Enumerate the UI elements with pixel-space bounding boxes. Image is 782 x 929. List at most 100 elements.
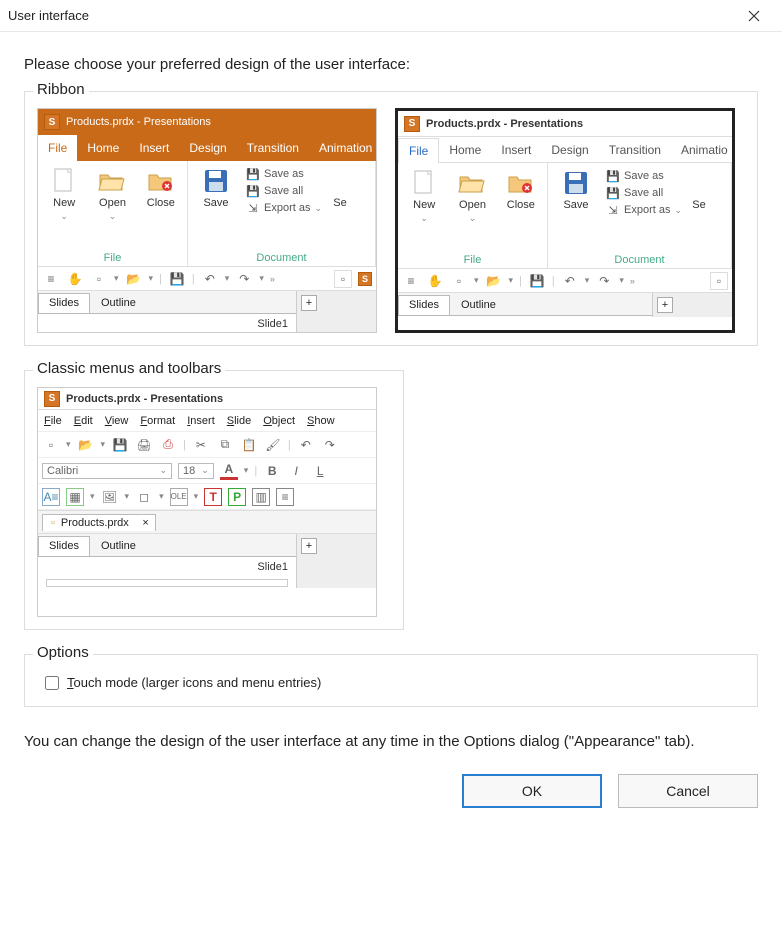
slides-tab: Slides: [398, 295, 450, 315]
open-button: Open ⌄: [92, 167, 132, 250]
ok-button[interactable]: OK: [462, 774, 602, 808]
chevron-down-icon: ⌄: [469, 213, 477, 224]
save-all-icon: 💾: [246, 184, 260, 198]
toolbar-1: ▫▾ 📂▾ 💾 🖨 ⎙ | ✂ ⧉ 📋 🖌 | ↶ ↷: [38, 432, 376, 458]
folder-icon: 📂: [485, 272, 503, 290]
overflow-icon: »: [270, 274, 275, 284]
copy-icon: ⧉: [216, 436, 234, 454]
section-name-file: File: [404, 254, 541, 266]
chevron-down-icon: ⌄: [420, 213, 428, 224]
document-tabs: ▫ Products.prdx ×: [38, 510, 376, 534]
options-group-label: Options: [33, 644, 93, 661]
app-icon: S: [44, 114, 60, 130]
tab-transition: Transition: [599, 137, 671, 162]
underline-icon: L: [311, 462, 329, 480]
slides-tab: Slides: [38, 293, 90, 313]
close-button[interactable]: [734, 0, 774, 32]
footnote-text: You can change the design of the user in…: [24, 731, 758, 754]
new-file-icon: [410, 169, 438, 197]
outline-tab: Outline: [450, 295, 507, 315]
ribbon-body: New ⌄ Open ⌄ Close: [398, 163, 732, 269]
hand-icon: ✋: [66, 270, 84, 288]
tab-file: File: [398, 138, 439, 163]
folder-icon: 📂: [125, 270, 143, 288]
preview-app-title: Products.prdx - Presentations: [66, 116, 211, 128]
chevron-down-icon: ⌄: [314, 203, 322, 214]
titlebar: User interface: [0, 0, 782, 32]
export-icon: ⇲: [246, 201, 260, 215]
pane-tabs: Slides Outline: [398, 293, 652, 316]
save-icon: [202, 167, 230, 195]
preview-titlebar: S Products.prdx - Presentations: [38, 388, 376, 410]
overflow-icon: »: [630, 276, 635, 286]
brush-icon: 🖌: [264, 436, 282, 454]
tab-home: Home: [77, 135, 129, 161]
export-as-item: ⇲Export as ⌄: [246, 201, 322, 215]
menu-file: File: [44, 415, 62, 427]
toolbar-2: Calibri⌄ 18⌄ A▾ | B I L: [38, 458, 376, 484]
undo-icon: ↶: [297, 436, 315, 454]
ole-icon: OLE: [170, 488, 188, 506]
folder-close-icon: [507, 169, 535, 197]
folder-icon: 📂: [77, 436, 95, 454]
grid-icon: ▥: [252, 488, 270, 506]
menu-icon: ≡: [42, 270, 60, 288]
menu-insert: Insert: [187, 415, 215, 427]
text-box-icon: A≡: [42, 488, 60, 506]
tab-design: Design: [179, 135, 236, 161]
tab-animation: Animatio: [671, 137, 735, 162]
open-button: Open ⌄: [452, 169, 492, 252]
new-button: New ⌄: [44, 167, 84, 250]
redo-icon: ↷: [595, 272, 613, 290]
menu-icon: ≡: [402, 272, 420, 290]
save-icon: 💾: [168, 270, 186, 288]
pane-tabs: Slides Outline: [38, 291, 296, 314]
preview-titlebar: S Products.prdx - Presentations: [398, 111, 732, 137]
dialog-content: Please choose your preferred design of t…: [0, 32, 782, 824]
cancel-button[interactable]: Cancel: [618, 774, 758, 808]
ribbon-group-label: Ribbon: [33, 81, 89, 98]
touch-mode-label[interactable]: Touch mode (larger icons and menu entrie…: [67, 675, 321, 690]
tab-file: File: [38, 135, 77, 161]
ribbon-preview-colored[interactable]: S Products.prdx - Presentations File Hom…: [37, 108, 377, 333]
save-all-item: 💾Save all: [606, 186, 682, 200]
slide-name: Slide1: [38, 557, 296, 577]
ribbon-body: New ⌄ Open ⌄ Close: [38, 161, 376, 267]
add-icon: +: [301, 295, 317, 311]
toolbar-3: A≡ ▦▾ 🖼▾ ◻▾ OLE▾ T P ▥ ≡: [38, 484, 376, 510]
app-icon: S: [404, 116, 420, 132]
menu-view: View: [105, 415, 129, 427]
slides-tab: Slides: [38, 536, 90, 556]
classic-preview[interactable]: S Products.prdx - Presentations File Edi…: [37, 387, 377, 617]
ribbon-preview-light[interactable]: S Products.prdx - Presentations File Hom…: [395, 108, 735, 333]
save-button: Save: [194, 167, 238, 250]
window-title: User interface: [8, 8, 734, 23]
quick-access-toolbar: ≡ ✋ ▫▾ 📂▾ | 💾 | ↶▾ ↷▾ » ▫ S: [38, 267, 376, 291]
pane-tabs: Slides Outline: [38, 534, 296, 557]
folder-open-icon: [98, 167, 126, 195]
menu-format: Format: [140, 415, 175, 427]
app-icon: S: [358, 272, 372, 286]
menu-edit: Edit: [74, 415, 93, 427]
shapes-icon: ◻: [135, 488, 153, 506]
new-button: New ⌄: [404, 169, 444, 252]
p-icon: P: [228, 488, 246, 506]
tab-home: Home: [439, 137, 491, 162]
touch-mode-checkbox[interactable]: [45, 676, 59, 690]
image-icon: 🖼: [101, 488, 119, 506]
close-button-ribbon: Close: [501, 169, 541, 252]
options-group: Options Touch mode (larger icons and men…: [24, 654, 758, 707]
document-tab: ▫ Products.prdx ×: [42, 514, 156, 531]
new-file-icon: ▫: [450, 272, 468, 290]
close-tab-icon: ×: [142, 517, 148, 529]
table-icon: ▦: [66, 488, 84, 506]
outline-tab: Outline: [90, 536, 147, 556]
instruction-text: Please choose your preferred design of t…: [24, 56, 758, 73]
font-name-select: Calibri⌄: [42, 463, 172, 479]
cut-icon: ✂: [192, 436, 210, 454]
hand-icon: ✋: [426, 272, 444, 290]
ribbon-tabs: File Home Insert Design Transition Anima…: [38, 135, 376, 161]
classic-group-label: Classic menus and toolbars: [33, 360, 225, 377]
save-as-item: 💾Save as: [246, 167, 322, 181]
menu-show: Show: [307, 415, 335, 427]
